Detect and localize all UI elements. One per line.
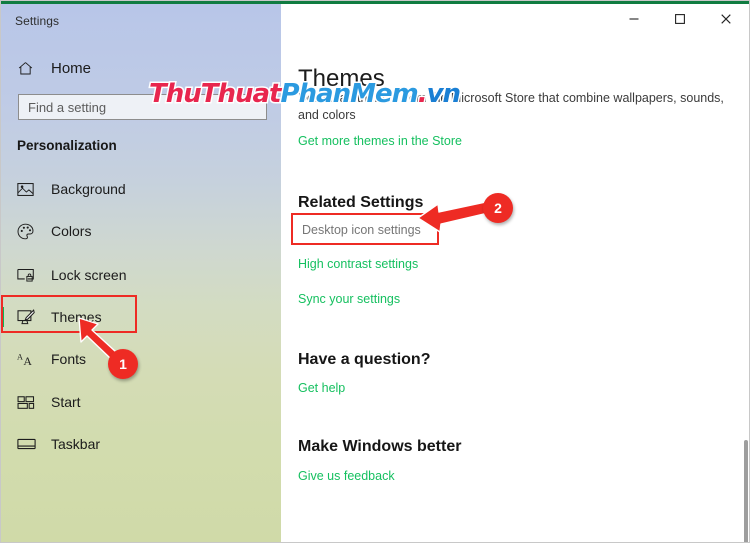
sidebar-item-start[interactable]: Start xyxy=(1,382,281,422)
get-help-link[interactable]: Get help xyxy=(298,381,345,395)
sidebar-item-fonts[interactable]: A A Fonts xyxy=(1,339,281,379)
sidebar-item-fonts-label: Fonts xyxy=(51,351,87,367)
watermark-part-1: ThuThuat xyxy=(147,79,282,109)
scrollbar-thumb[interactable] xyxy=(744,440,748,542)
annotation-badge-1: 1 xyxy=(108,349,138,379)
maximize-icon xyxy=(675,14,685,24)
sidebar-item-colors-label: Colors xyxy=(51,223,92,239)
search-placeholder: Find a setting xyxy=(28,99,107,115)
sidebar-item-lock-screen-label: Lock screen xyxy=(51,267,127,283)
start-icon xyxy=(17,395,43,410)
watermark: ThuThuatPhanMem.vn xyxy=(147,79,463,109)
sync-your-settings-link[interactable]: Sync your settings xyxy=(298,292,400,306)
home-icon xyxy=(17,60,45,77)
minimize-icon xyxy=(629,18,639,20)
svg-text:A: A xyxy=(17,352,23,361)
palette-icon xyxy=(17,223,43,240)
close-icon xyxy=(721,14,731,24)
sidebar-item-start-label: Start xyxy=(51,394,81,410)
sidebar-item-taskbar[interactable]: Taskbar xyxy=(1,424,281,464)
settings-window: Settings Home Find a setting Personaliza… xyxy=(0,0,750,543)
watermark-part-4: vn xyxy=(425,79,463,109)
sidebar-item-taskbar-label: Taskbar xyxy=(51,436,101,452)
close-button[interactable] xyxy=(703,4,749,34)
lockscreen-icon xyxy=(17,268,43,283)
fonts-icon: A A xyxy=(17,351,43,368)
watermark-part-3: . xyxy=(416,79,429,109)
annotation-box-desktop-icon-settings xyxy=(291,213,439,245)
annotation-badge-2: 2 xyxy=(483,193,513,223)
have-a-question-heading: Have a question? xyxy=(298,351,431,368)
maximize-button[interactable] xyxy=(657,4,703,34)
window-title: Settings xyxy=(15,14,60,28)
taskbar-icon xyxy=(17,437,43,451)
picture-icon xyxy=(17,182,43,197)
related-settings-heading: Related Settings xyxy=(298,194,424,211)
sidebar-section-header: Personalization xyxy=(17,138,117,153)
annotation-box-themes xyxy=(1,295,137,333)
window-controls xyxy=(611,4,749,34)
svg-text:A: A xyxy=(23,353,32,367)
watermark-part-2: PhanMem xyxy=(279,79,420,109)
sidebar-item-background-label: Background xyxy=(51,181,126,197)
make-windows-better-heading: Make Windows better xyxy=(298,438,462,455)
give-us-feedback-link[interactable]: Give us feedback xyxy=(298,469,395,483)
sidebar-item-home-label: Home xyxy=(51,59,92,77)
minimize-button[interactable] xyxy=(611,4,657,34)
get-more-themes-link[interactable]: Get more themes in the Store xyxy=(298,134,462,148)
top-accent-line xyxy=(1,1,749,4)
sidebar-item-background[interactable]: Background xyxy=(1,169,281,209)
high-contrast-settings-link[interactable]: High contrast settings xyxy=(298,257,418,271)
sidebar-item-lock-screen[interactable]: Lock screen xyxy=(1,255,281,295)
scrollbar[interactable] xyxy=(744,34,749,542)
sidebar-item-colors[interactable]: Colors xyxy=(1,211,281,251)
